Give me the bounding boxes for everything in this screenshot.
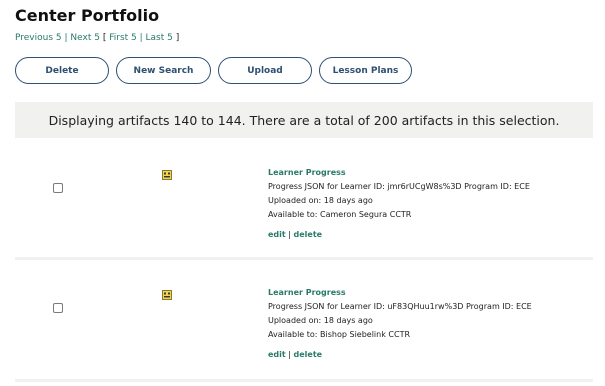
artifact-details: Learner Progress Progress JSON for Learn… xyxy=(268,166,530,239)
artifact-uploaded: Uploaded on: 18 days ago xyxy=(268,196,373,205)
artifact-row-partial xyxy=(15,382,593,386)
results-summary: Displaying artifacts 140 to 144. There a… xyxy=(48,112,560,128)
artifact-row: Learner Progress Progress JSON for Learn… xyxy=(15,260,593,379)
new-search-button[interactable]: New Search xyxy=(116,57,211,84)
edit-link[interactable]: edit xyxy=(268,350,286,359)
artifact-availability: Available to: Bishop Siebelink CCTR xyxy=(268,330,411,339)
delete-button[interactable]: Delete xyxy=(15,57,109,84)
artifact-type[interactable]: Learner Progress xyxy=(268,286,532,300)
artifact-details: Learner Progress Progress JSON for Learn… xyxy=(268,286,532,359)
artifact-availability: Available to: Cameron Segura CCTR xyxy=(268,210,412,219)
delete-link[interactable]: delete xyxy=(294,350,323,359)
previous-link[interactable]: Previous 5 xyxy=(15,33,62,43)
first-link[interactable]: First 5 xyxy=(109,33,137,43)
edit-link[interactable]: edit xyxy=(268,230,286,239)
artifact-description: Progress JSON for Learner ID: jmr6rUCgW8… xyxy=(268,182,530,191)
pagination: Previous 5 | Next 5 [ First 5 | Last 5 ] xyxy=(15,33,180,43)
results-panel: Displaying artifacts 140 to 144. There a… xyxy=(15,102,593,386)
artifact-row: Learner Progress Progress JSON for Learn… xyxy=(15,138,593,257)
page-title: Center Portfolio xyxy=(15,6,160,25)
json-file-icon[interactable] xyxy=(162,170,172,180)
json-file-icon[interactable] xyxy=(162,290,172,300)
last-link[interactable]: Last 5 xyxy=(146,33,173,43)
artifact-type[interactable]: Learner Progress xyxy=(268,166,530,180)
artifact-uploaded: Uploaded on: 18 days ago xyxy=(268,316,373,325)
artifact-description: Progress JSON for Learner ID: uF83QHuu1r… xyxy=(268,302,532,311)
artifact-checkbox[interactable] xyxy=(53,183,63,193)
artifact-checkbox[interactable] xyxy=(53,303,63,313)
delete-link[interactable]: delete xyxy=(294,230,323,239)
lesson-plans-button[interactable]: Lesson Plans xyxy=(319,57,412,84)
next-link[interactable]: Next 5 xyxy=(70,33,100,43)
upload-button[interactable]: Upload xyxy=(218,57,312,84)
